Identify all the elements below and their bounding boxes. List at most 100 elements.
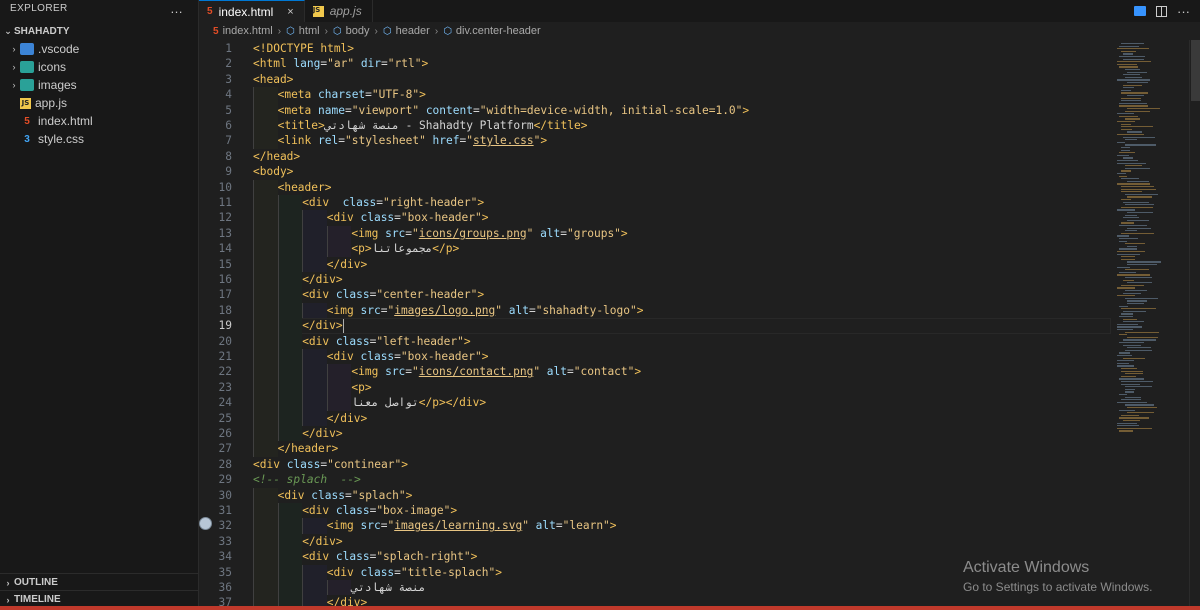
tree-item-index-html[interactable]: 5 index.html (0, 112, 198, 130)
vertical-scrollbar[interactable] (1189, 40, 1200, 610)
code-line[interactable]: </div> (302, 318, 342, 333)
tab-app-js[interactable]: JS app.js (305, 0, 373, 22)
breadcrumb-item[interactable]: ⬡ header (383, 25, 430, 37)
code-line[interactable]: <img src="images/learning.svg" alt="lear… (327, 518, 617, 533)
code-line[interactable]: <div class="center-header"> (302, 287, 484, 302)
status-bar (0, 606, 1200, 610)
code-token: class (286, 457, 321, 471)
breadcrumb-item[interactable]: ⬡ body (333, 25, 370, 37)
code-line[interactable]: <div class="box-header"> (327, 210, 489, 225)
code-line[interactable]: <p> (351, 380, 371, 395)
indent-shade (277, 318, 303, 334)
tree-item-vscode[interactable]: › .vscode (0, 40, 198, 58)
code-line[interactable]: <img src="icons/contact.png" alt="contac… (351, 364, 641, 379)
indent-guide (253, 580, 254, 596)
breadcrumb-item[interactable]: 5 index.html (213, 25, 273, 37)
html-file-icon: 5 (213, 25, 219, 37)
preview-icon[interactable] (1134, 6, 1146, 16)
indent-shade (253, 441, 278, 457)
tree-item-images[interactable]: › images (0, 76, 198, 94)
code-line[interactable]: <meta name="viewport" content="width=dev… (278, 103, 750, 118)
code-token: > (477, 288, 485, 302)
minimap-line (1127, 196, 1152, 198)
code-line[interactable]: <!DOCTYPE html> (253, 41, 354, 56)
code-editor[interactable]: 1 2 3 4 5 6 7 8 9 10 11 12 13 14 15 16 17 18 19 20 21 22 23 24 2… (199, 40, 1111, 610)
minimap-line (1119, 238, 1138, 240)
line-number: 12 (218, 211, 232, 225)
scrollbar-thumb[interactable] (1191, 40, 1200, 101)
tree-item-icons[interactable]: › icons (0, 58, 198, 76)
code-line[interactable]: <img src="icons/groups.png" alt="groups"… (351, 226, 627, 241)
code-line[interactable]: <div class="splach-right"> (302, 549, 477, 564)
code-token: = (344, 488, 352, 502)
html-file-icon: 5 (207, 6, 213, 17)
code-token: "right-header" (383, 196, 478, 209)
code-line[interactable]: <meta charset="UTF-8"> (278, 87, 426, 102)
code-line[interactable]: <head> (253, 72, 293, 87)
code-line[interactable]: </div> (302, 426, 342, 441)
code-line[interactable]: <body> (253, 164, 293, 179)
code-line[interactable]: </div> (302, 272, 342, 287)
breadcrumb-label: html (298, 25, 320, 37)
indent-shade (253, 318, 278, 334)
indent-shade (326, 580, 352, 596)
code-area[interactable]: <!DOCTYPE html> <html lang="ar" dir="rtl"… (253, 40, 1111, 610)
code-line[interactable]: منصة شهادتي (351, 580, 425, 595)
more-actions-icon[interactable]: … (170, 1, 184, 16)
indent-guide (326, 225, 328, 242)
indent-guide (302, 349, 304, 365)
tab-index-html[interactable]: 5 index.html × (199, 0, 305, 22)
more-actions-icon[interactable]: ··· (1177, 4, 1190, 19)
chevron-right-icon: › (6, 577, 10, 588)
avatar[interactable] (199, 517, 212, 530)
outline-section[interactable]: › OUTLINE (0, 573, 199, 591)
code-line[interactable]: تواصل معنا</p></div> (351, 395, 486, 410)
code-token: </title> (533, 119, 588, 132)
code-line[interactable]: <div class="box-image"> (302, 503, 457, 518)
minimap-line (1117, 425, 1139, 427)
code-token: مجموعاتنا (371, 242, 433, 256)
code-line[interactable]: <link rel="stylesheet" href="style.css"> (278, 133, 548, 148)
code-line[interactable]: </div> (327, 257, 367, 272)
minimap-line (1119, 305, 1128, 307)
close-icon[interactable]: × (287, 6, 293, 18)
code-line[interactable]: </header> (278, 441, 339, 456)
minimap-line (1123, 87, 1134, 89)
timeline-label: TIMELINE (14, 594, 61, 605)
code-token: </header> (277, 442, 339, 456)
code-line[interactable]: <div class="left-header"> (302, 334, 470, 349)
code-token: > (495, 565, 502, 579)
code-line[interactable]: <div class="splach"> (278, 488, 413, 503)
split-editor-icon[interactable] (1156, 5, 1167, 17)
minimap-line (1121, 375, 1136, 377)
minimap-line (1117, 162, 1146, 164)
code-line[interactable]: <p>مجموعاتنا</p> (351, 241, 459, 256)
code-line[interactable]: <!-- splach --> (253, 472, 361, 487)
code-line[interactable]: </div> (302, 534, 342, 549)
code-line[interactable]: <html lang="ar" dir="rtl"> (253, 56, 428, 71)
code-line[interactable]: <div class="box-header"> (327, 349, 489, 364)
code-line[interactable]: <div class="continear"> (253, 457, 408, 472)
tree-item-app-js[interactable]: JS app.js (0, 94, 198, 112)
explorer-sidebar: EXPLORER … ⌄ SHAHADTY › .vscode › icons › ima… (0, 0, 199, 606)
minimap[interactable] (1111, 40, 1189, 610)
tree-item-label: icons (38, 60, 67, 74)
code-line[interactable]: </div> (327, 411, 367, 426)
code-line[interactable]: </head> (253, 149, 300, 164)
code-token: <p> (351, 380, 372, 394)
code-token: style.css (473, 134, 534, 148)
code-line[interactable]: <div class="right-header"> (302, 195, 484, 210)
code-line[interactable]: <header> (278, 180, 332, 195)
breadcrumb-item[interactable]: ⬡ div.center-header (443, 25, 541, 37)
tab-bar: 5 index.html × JS app.js ··· (199, 0, 1200, 23)
workspace-folder[interactable]: ⌄ SHAHADTY (0, 22, 198, 40)
minimap-line (1117, 287, 1135, 289)
code-line[interactable]: <title>منصة شهادتي - Shahadty Platform</… (278, 118, 588, 133)
breadcrumb-item[interactable]: ⬡ html (286, 25, 320, 37)
code-line[interactable]: <img src="images/logo.png" alt="shahadty… (327, 303, 644, 318)
indent-shade (326, 379, 352, 396)
minimap-line (1127, 264, 1157, 266)
tree-item-style-css[interactable]: 3 style.css (0, 130, 198, 148)
indent-shade (253, 302, 278, 319)
code-line[interactable]: <div class="title-splach"> (327, 565, 502, 580)
